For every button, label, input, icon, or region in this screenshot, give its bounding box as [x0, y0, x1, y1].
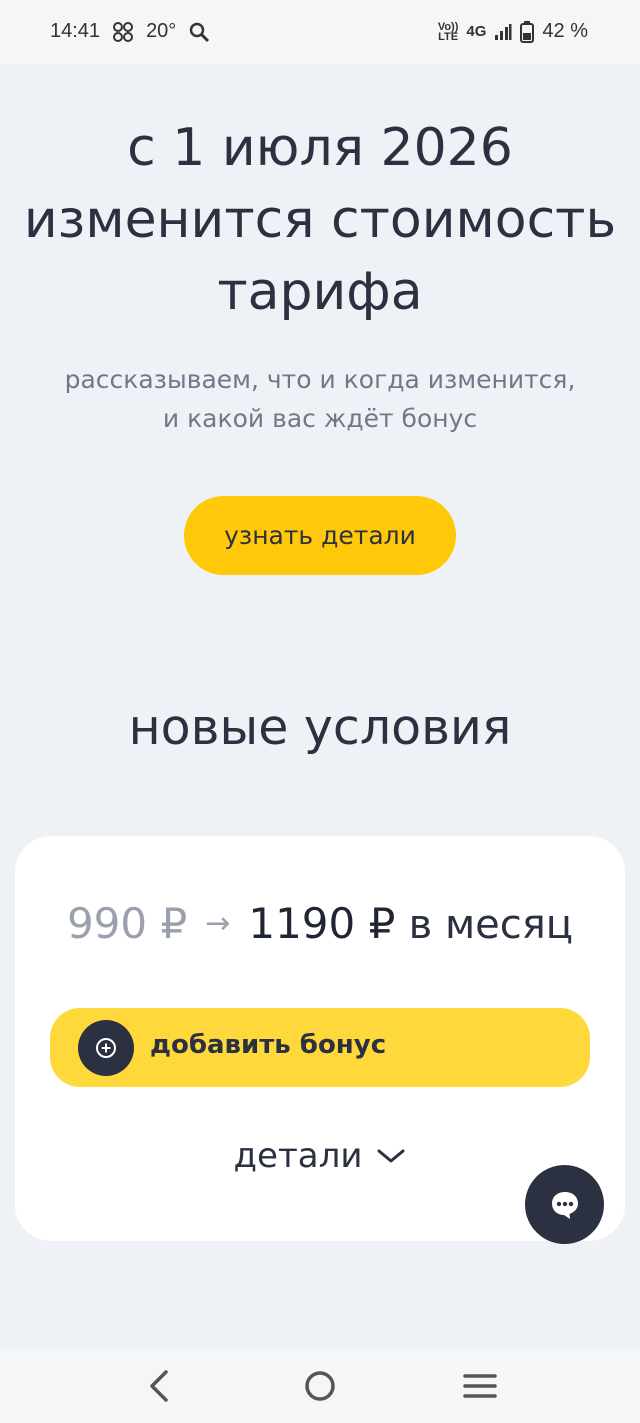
section-title: новые условия [128, 699, 512, 756]
arrow-right-icon: → [205, 906, 231, 941]
add-bonus-label: добавить бонус [150, 1030, 387, 1060]
details-toggle[interactable]: детали [15, 1136, 625, 1176]
details-label: детали [233, 1136, 363, 1176]
new-price: 1190 ₽ [248, 899, 396, 948]
home-icon[interactable] [301, 1368, 339, 1404]
battery-percent: 42 % [542, 20, 588, 42]
price-period: в месяц [408, 902, 574, 948]
network-type: 4G [466, 23, 487, 40]
chat-button[interactable] [525, 1165, 604, 1244]
signal-icon [494, 23, 512, 41]
subtitle-line: рассказываем, что и когда изменится, [64, 365, 576, 394]
page-title: с 1 июля 2026 изменится стоимость тарифа [0, 112, 640, 328]
title-line: изменится стоимость [23, 190, 617, 250]
pinwheel-icon [112, 21, 134, 43]
battery-icon [520, 20, 535, 43]
volte-icon: Vo)) LTE [437, 20, 459, 43]
clock: 14:41 [50, 20, 101, 42]
page-subtitle: рассказываем, что и когда изменится, и к… [0, 360, 640, 438]
chevron-down-icon [376, 1146, 406, 1166]
subtitle-line: и какой вас ждёт бонус [162, 404, 478, 433]
system-nav-bar [0, 1348, 640, 1423]
title-line: тарифа [217, 262, 423, 322]
old-price: 990 ₽ [66, 899, 188, 948]
chat-bubble-icon [548, 1188, 582, 1222]
plus-circle-icon [78, 1020, 134, 1076]
status-bar-right: Vo)) LTE 4G 42 % [438, 20, 588, 43]
menu-icon[interactable] [461, 1368, 499, 1404]
price-row: 990 ₽ → 1190 ₽ в месяц [15, 898, 625, 951]
temperature: 20° [146, 20, 177, 42]
title-line: с 1 июля 2026 [127, 118, 513, 178]
add-bonus-button[interactable]: добавить бонус [50, 1008, 590, 1087]
back-icon[interactable] [140, 1368, 178, 1404]
status-bar: 14:41 20° Vo)) LTE 4G 42 % [0, 0, 640, 64]
search-icon [188, 21, 210, 43]
learn-details-button[interactable]: узнать детали [184, 496, 456, 575]
status-bar-left: 14:41 20° [50, 20, 210, 43]
